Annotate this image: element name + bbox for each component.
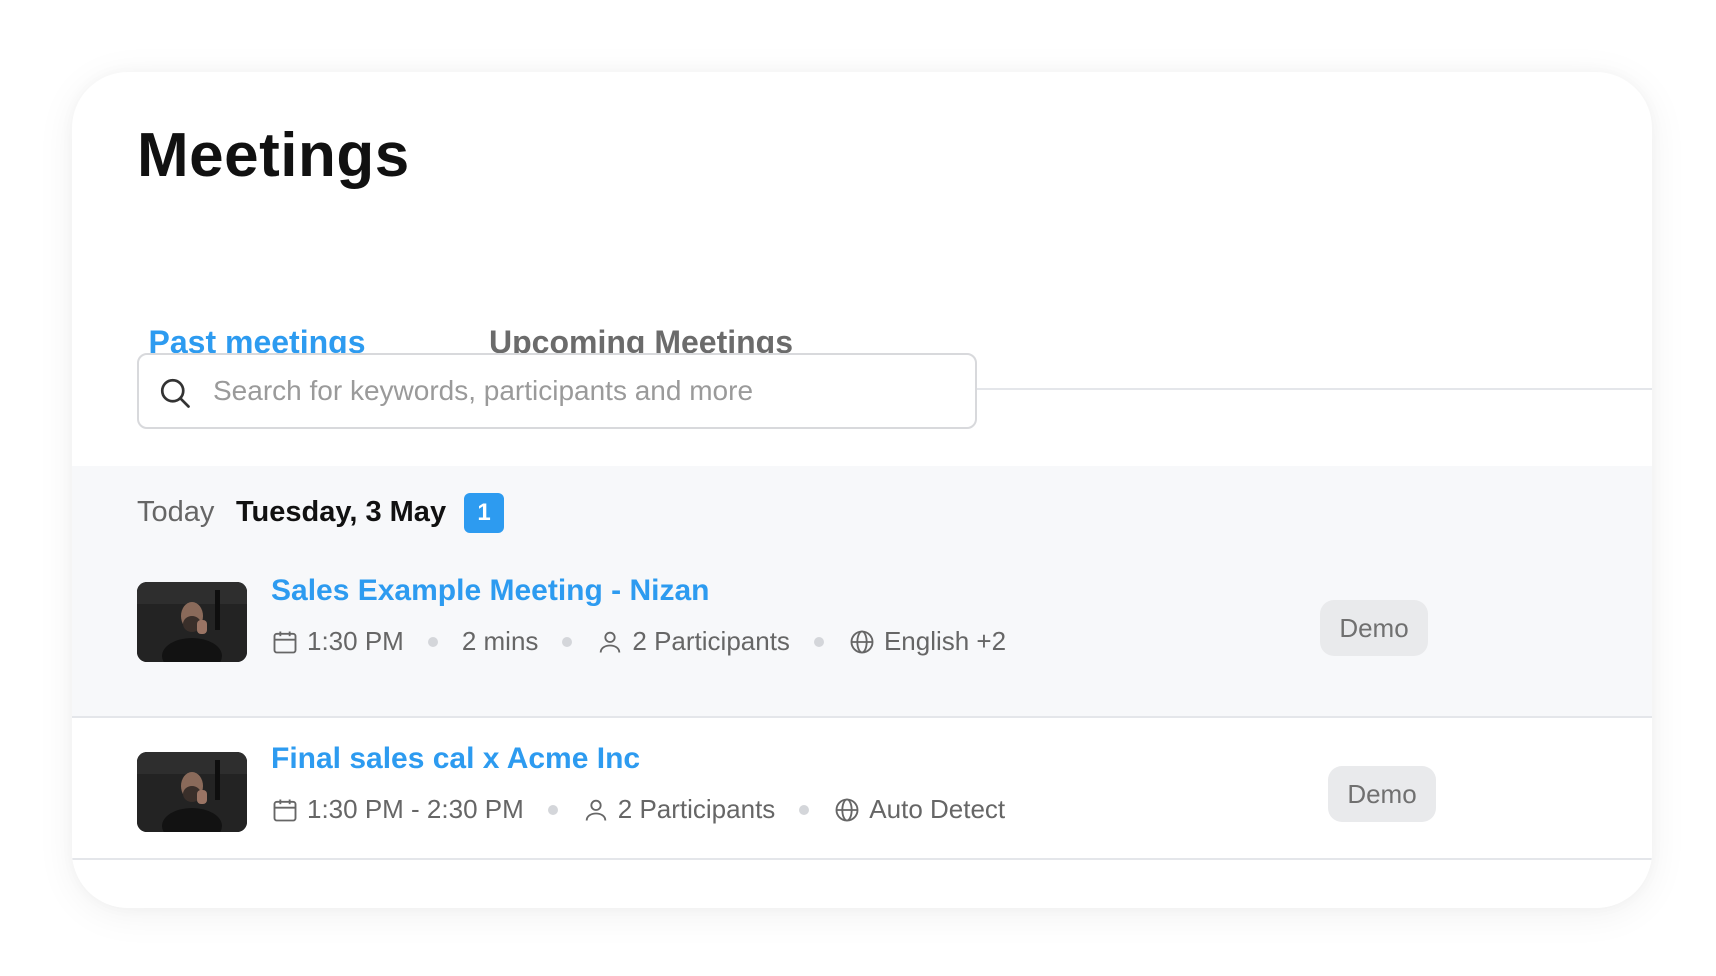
search-icon bbox=[160, 378, 190, 408]
video-thumbnail-image bbox=[137, 752, 247, 832]
meeting-meta: 1:30 PM 2 mins 2 Participants English +2 bbox=[271, 626, 1006, 657]
demo-badge[interactable]: Demo bbox=[1328, 766, 1436, 822]
meetings-card: Meetings Past meetings Upcoming Meetings… bbox=[72, 72, 1652, 908]
globe-icon bbox=[850, 630, 874, 653]
meeting-thumbnail[interactable] bbox=[137, 582, 247, 662]
globe-icon bbox=[835, 798, 859, 821]
search-box bbox=[137, 353, 977, 429]
meeting-title[interactable]: Sales Example Meeting - Nizan bbox=[271, 574, 709, 608]
separator-dot bbox=[562, 636, 573, 647]
separator-dot bbox=[813, 636, 824, 647]
calendar-icon bbox=[273, 799, 297, 821]
relative-day-label: Today bbox=[137, 496, 215, 528]
meeting-participants: 2 Participants bbox=[617, 794, 776, 824]
meeting-participants: 2 Participants bbox=[632, 626, 790, 656]
meeting-thumbnail[interactable] bbox=[137, 752, 247, 832]
calendar-icon bbox=[273, 631, 297, 653]
meeting-meta: 1:30 PM - 2:30 PM 2 Participants Auto De… bbox=[271, 794, 1005, 825]
separator-dot bbox=[547, 804, 558, 815]
meeting-language: English +2 bbox=[883, 626, 1007, 656]
meeting-row[interactable]: Sales Example Meeting - Nizan 1:30 PM 2 … bbox=[72, 538, 1652, 718]
video-thumbnail-image bbox=[137, 582, 247, 662]
meeting-list: Today Tuesday, 3 May 1 Sales Example Mee… bbox=[72, 466, 1652, 908]
meeting-time: 1:30 PM bbox=[307, 626, 404, 656]
meeting-count-badge: 1 bbox=[464, 493, 504, 533]
meeting-language: Auto Detect bbox=[869, 794, 1006, 824]
page-title: Meetings bbox=[137, 121, 410, 190]
person-icon bbox=[600, 631, 621, 653]
separator-dot bbox=[427, 636, 438, 647]
meeting-time: 1:30 PM - 2:30 PM bbox=[307, 794, 524, 824]
person-icon bbox=[585, 799, 607, 821]
search-input[interactable] bbox=[213, 355, 953, 427]
meeting-row[interactable]: Final sales cal x Acme Inc 1:30 PM - 2:3… bbox=[72, 718, 1652, 860]
demo-badge[interactable]: Demo bbox=[1320, 600, 1428, 656]
date-label: Tuesday, 3 May bbox=[236, 496, 447, 528]
meeting-duration: 2 mins bbox=[461, 626, 539, 656]
meeting-title[interactable]: Final sales cal x Acme Inc bbox=[271, 742, 640, 776]
separator-dot bbox=[799, 804, 810, 815]
